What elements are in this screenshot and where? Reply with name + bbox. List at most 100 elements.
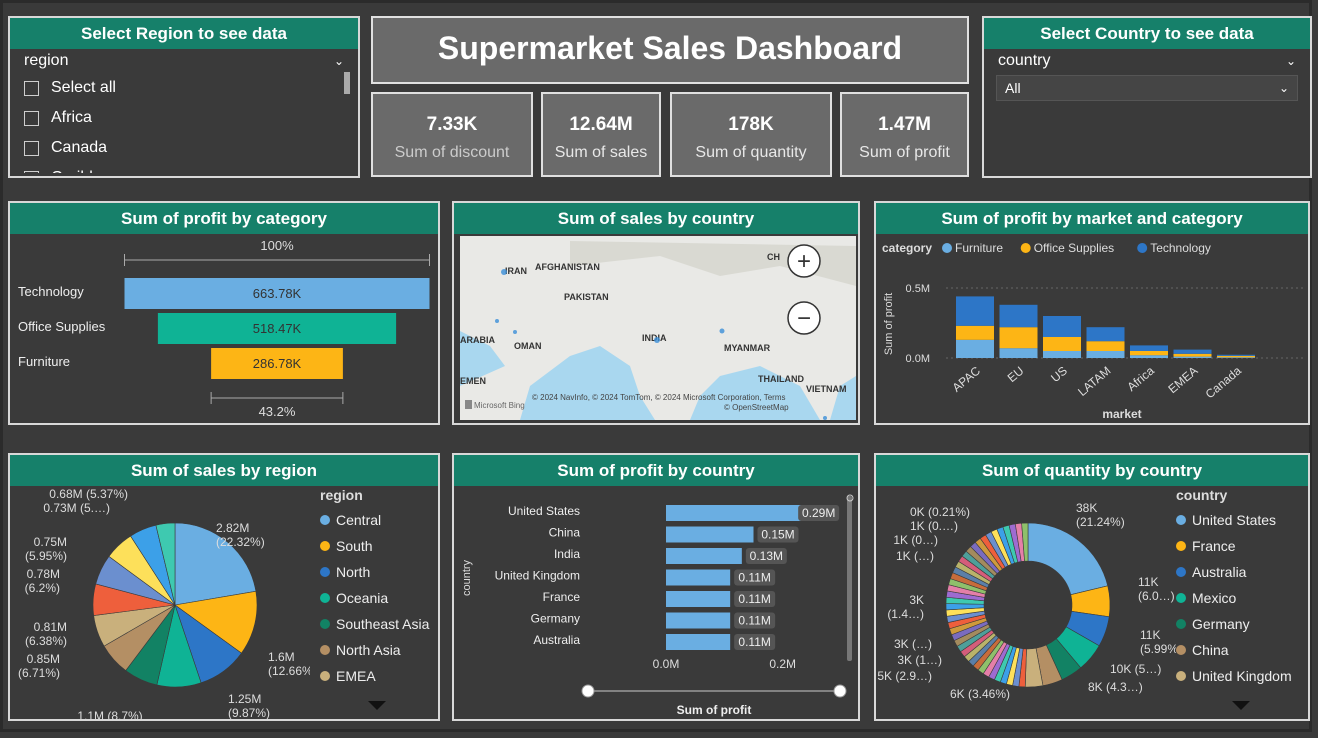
checkbox[interactable] — [24, 80, 39, 96]
legend-scroll-down-icon[interactable] — [1232, 701, 1250, 710]
x-axis-label: market — [1102, 407, 1141, 421]
country-selected-value: All — [1005, 80, 1021, 96]
region-option[interactable]: Select all — [10, 73, 358, 103]
stacked-bar-segment[interactable] — [1043, 316, 1081, 337]
region-scrollbar[interactable] — [344, 72, 350, 94]
checkbox[interactable] — [24, 170, 39, 173]
stacked-bar-segment[interactable] — [1043, 337, 1081, 351]
stacked-bar-segment[interactable] — [1173, 356, 1212, 358]
category-label: Germany — [531, 612, 580, 626]
label-line: 38K — [1076, 501, 1097, 515]
stacked-bar-segment[interactable] — [1130, 345, 1168, 351]
stacked-bar-segment[interactable] — [999, 304, 1038, 328]
bar[interactable] — [666, 526, 754, 543]
stacked-bar-segment[interactable] — [1086, 341, 1125, 351]
label-line: 8K (4.3…) — [1088, 680, 1143, 694]
legend-item[interactable]: Southeast Asia — [320, 611, 429, 637]
stacked-bar-segment[interactable] — [1217, 354, 1255, 356]
legend-item[interactable]: Oceania — [320, 585, 429, 611]
label-line: 3K (1…) — [897, 653, 942, 667]
stacked-bar-segment[interactable] — [1217, 357, 1255, 358]
label-line: 1K (…) — [896, 549, 934, 563]
country-field-label: country — [998, 52, 1051, 69]
legend-label: North — [336, 564, 371, 580]
region-slicer: Select Region to see data region ⌄ Selec… — [8, 16, 360, 178]
map-bubble[interactable] — [719, 328, 725, 334]
legend-dot — [320, 567, 330, 577]
legend-item[interactable]: South — [320, 533, 429, 559]
stacked-bar-segment[interactable] — [1086, 351, 1125, 358]
stacked-bar-segment[interactable] — [1173, 349, 1212, 354]
map-bubble[interactable] — [823, 416, 827, 420]
stacked-bar-segment[interactable] — [1130, 355, 1168, 358]
legend-label: Mexico — [1192, 590, 1237, 606]
page-title: Supermarket Sales Dashboard — [437, 30, 903, 66]
stacked-bar-segment[interactable] — [956, 296, 994, 326]
data-label: 0.11M — [738, 635, 770, 649]
data-label: 518.47K — [253, 321, 302, 336]
legend-item[interactable]: United States — [1176, 507, 1292, 533]
bar[interactable] — [666, 591, 731, 607]
stacked-bar-segment[interactable] — [956, 339, 994, 358]
bar[interactable] — [666, 569, 731, 586]
data-label: 5K (2.9…) — [877, 669, 932, 683]
stacked-bar-segment[interactable] — [999, 348, 1038, 358]
legend-item[interactable]: France — [1176, 533, 1292, 559]
zoom-out-button[interactable]: − — [787, 301, 821, 335]
label-line: (9.87%) — [228, 706, 270, 720]
y-tick-label: 0.0M — [906, 353, 930, 365]
legend-item[interactable]: Central — [320, 507, 429, 533]
sales-by-region-card: Sum of sales by region 2.82M (22.32%) 1.6M… — [8, 453, 440, 721]
stacked-bar-segment[interactable] — [1130, 351, 1168, 356]
country-slicer-header: Select Country to see data — [984, 18, 1310, 49]
map-visual[interactable]: IRAN AFGHANISTAN PAKISTAN INDIA MYANMAR … — [460, 236, 856, 420]
bar[interactable] — [666, 612, 731, 629]
legend-item[interactable]: Germany — [1176, 611, 1292, 637]
legend-item[interactable]: United Kingdom — [1176, 663, 1292, 689]
legend-scroll-down-icon[interactable] — [368, 701, 386, 710]
label-line: (5.95%) — [25, 549, 67, 563]
pie-slice[interactable] — [1027, 522, 1109, 596]
sales-by-country-map-card: Sum of sales by country IRAN AFGHANISTAN… — [452, 201, 860, 425]
legend-label: EMEA — [336, 668, 376, 684]
scrollbar[interactable] — [847, 496, 852, 661]
region-legend: Central South North Oceania Southeast Asia No… — [320, 507, 429, 689]
region-option[interactable]: Africa — [10, 103, 358, 133]
map-bubble[interactable] — [495, 319, 499, 323]
chevron-down-icon[interactable]: ⌄ — [1286, 54, 1296, 68]
legend-item[interactable]: Mexico — [1176, 585, 1292, 611]
legend-item[interactable]: Australia — [1176, 559, 1292, 585]
legend-item[interactable]: EMEA — [320, 663, 429, 689]
bar[interactable] — [666, 634, 731, 650]
zoom-in-button[interactable]: + — [787, 244, 821, 278]
legend-label: France — [1192, 538, 1236, 554]
chevron-down-icon[interactable]: ⌄ — [334, 54, 344, 68]
zoom-slider-handle-right[interactable] — [833, 684, 847, 698]
x-tick-label: US — [1048, 364, 1070, 385]
bar[interactable] — [666, 548, 742, 564]
profit-by-category-card: Sum of profit by category 100% Technology… — [8, 201, 440, 425]
map-bubble[interactable] — [501, 269, 507, 275]
bottom-percent-label: 43.2% — [259, 404, 296, 419]
stacked-bar-segment[interactable] — [1173, 353, 1212, 357]
legend-item[interactable]: North — [320, 559, 429, 585]
stacked-bar-segment[interactable] — [1217, 355, 1255, 358]
zoom-slider-handle-left[interactable] — [581, 684, 595, 698]
map-bubble[interactable] — [513, 330, 517, 334]
stacked-bar-segment[interactable] — [999, 327, 1038, 349]
stacked-bar-segment[interactable] — [1043, 351, 1081, 358]
region-option[interactable]: Caribbean — [10, 163, 358, 173]
label-line: 0.68M (5.37%) — [49, 488, 128, 501]
label-line: (6.2%) — [25, 581, 60, 595]
country-dropdown[interactable]: All ⌄ — [996, 75, 1298, 101]
legend-item[interactable]: North Asia — [320, 637, 429, 663]
checkbox[interactable] — [24, 110, 39, 126]
region-option[interactable]: Canada — [10, 133, 358, 163]
map-bubble[interactable] — [654, 337, 660, 343]
data-label: 0K (0.21%) — [910, 505, 970, 519]
legend-item[interactable]: China — [1176, 637, 1292, 663]
stacked-bar-segment[interactable] — [956, 325, 994, 340]
checkbox[interactable] — [24, 140, 39, 156]
stacked-bar-segment[interactable] — [1086, 327, 1125, 342]
label-line: 2.82M — [216, 521, 249, 535]
